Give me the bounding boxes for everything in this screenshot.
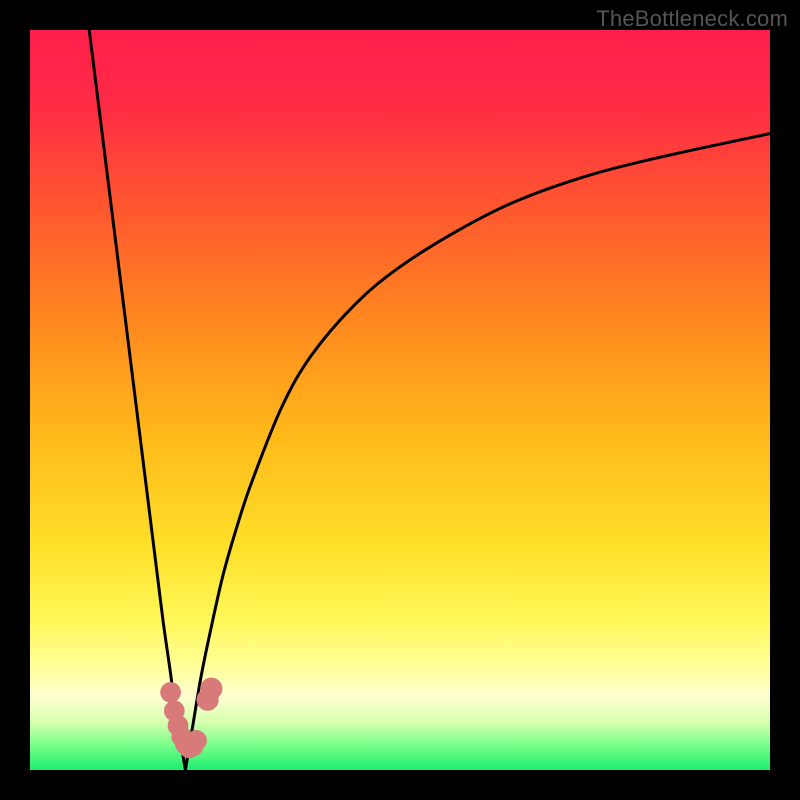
- background-gradient: [30, 30, 770, 770]
- plot-area: [30, 30, 770, 770]
- watermark-text: TheBottleneck.com: [596, 6, 788, 32]
- chart-frame: TheBottleneck.com: [0, 0, 800, 800]
